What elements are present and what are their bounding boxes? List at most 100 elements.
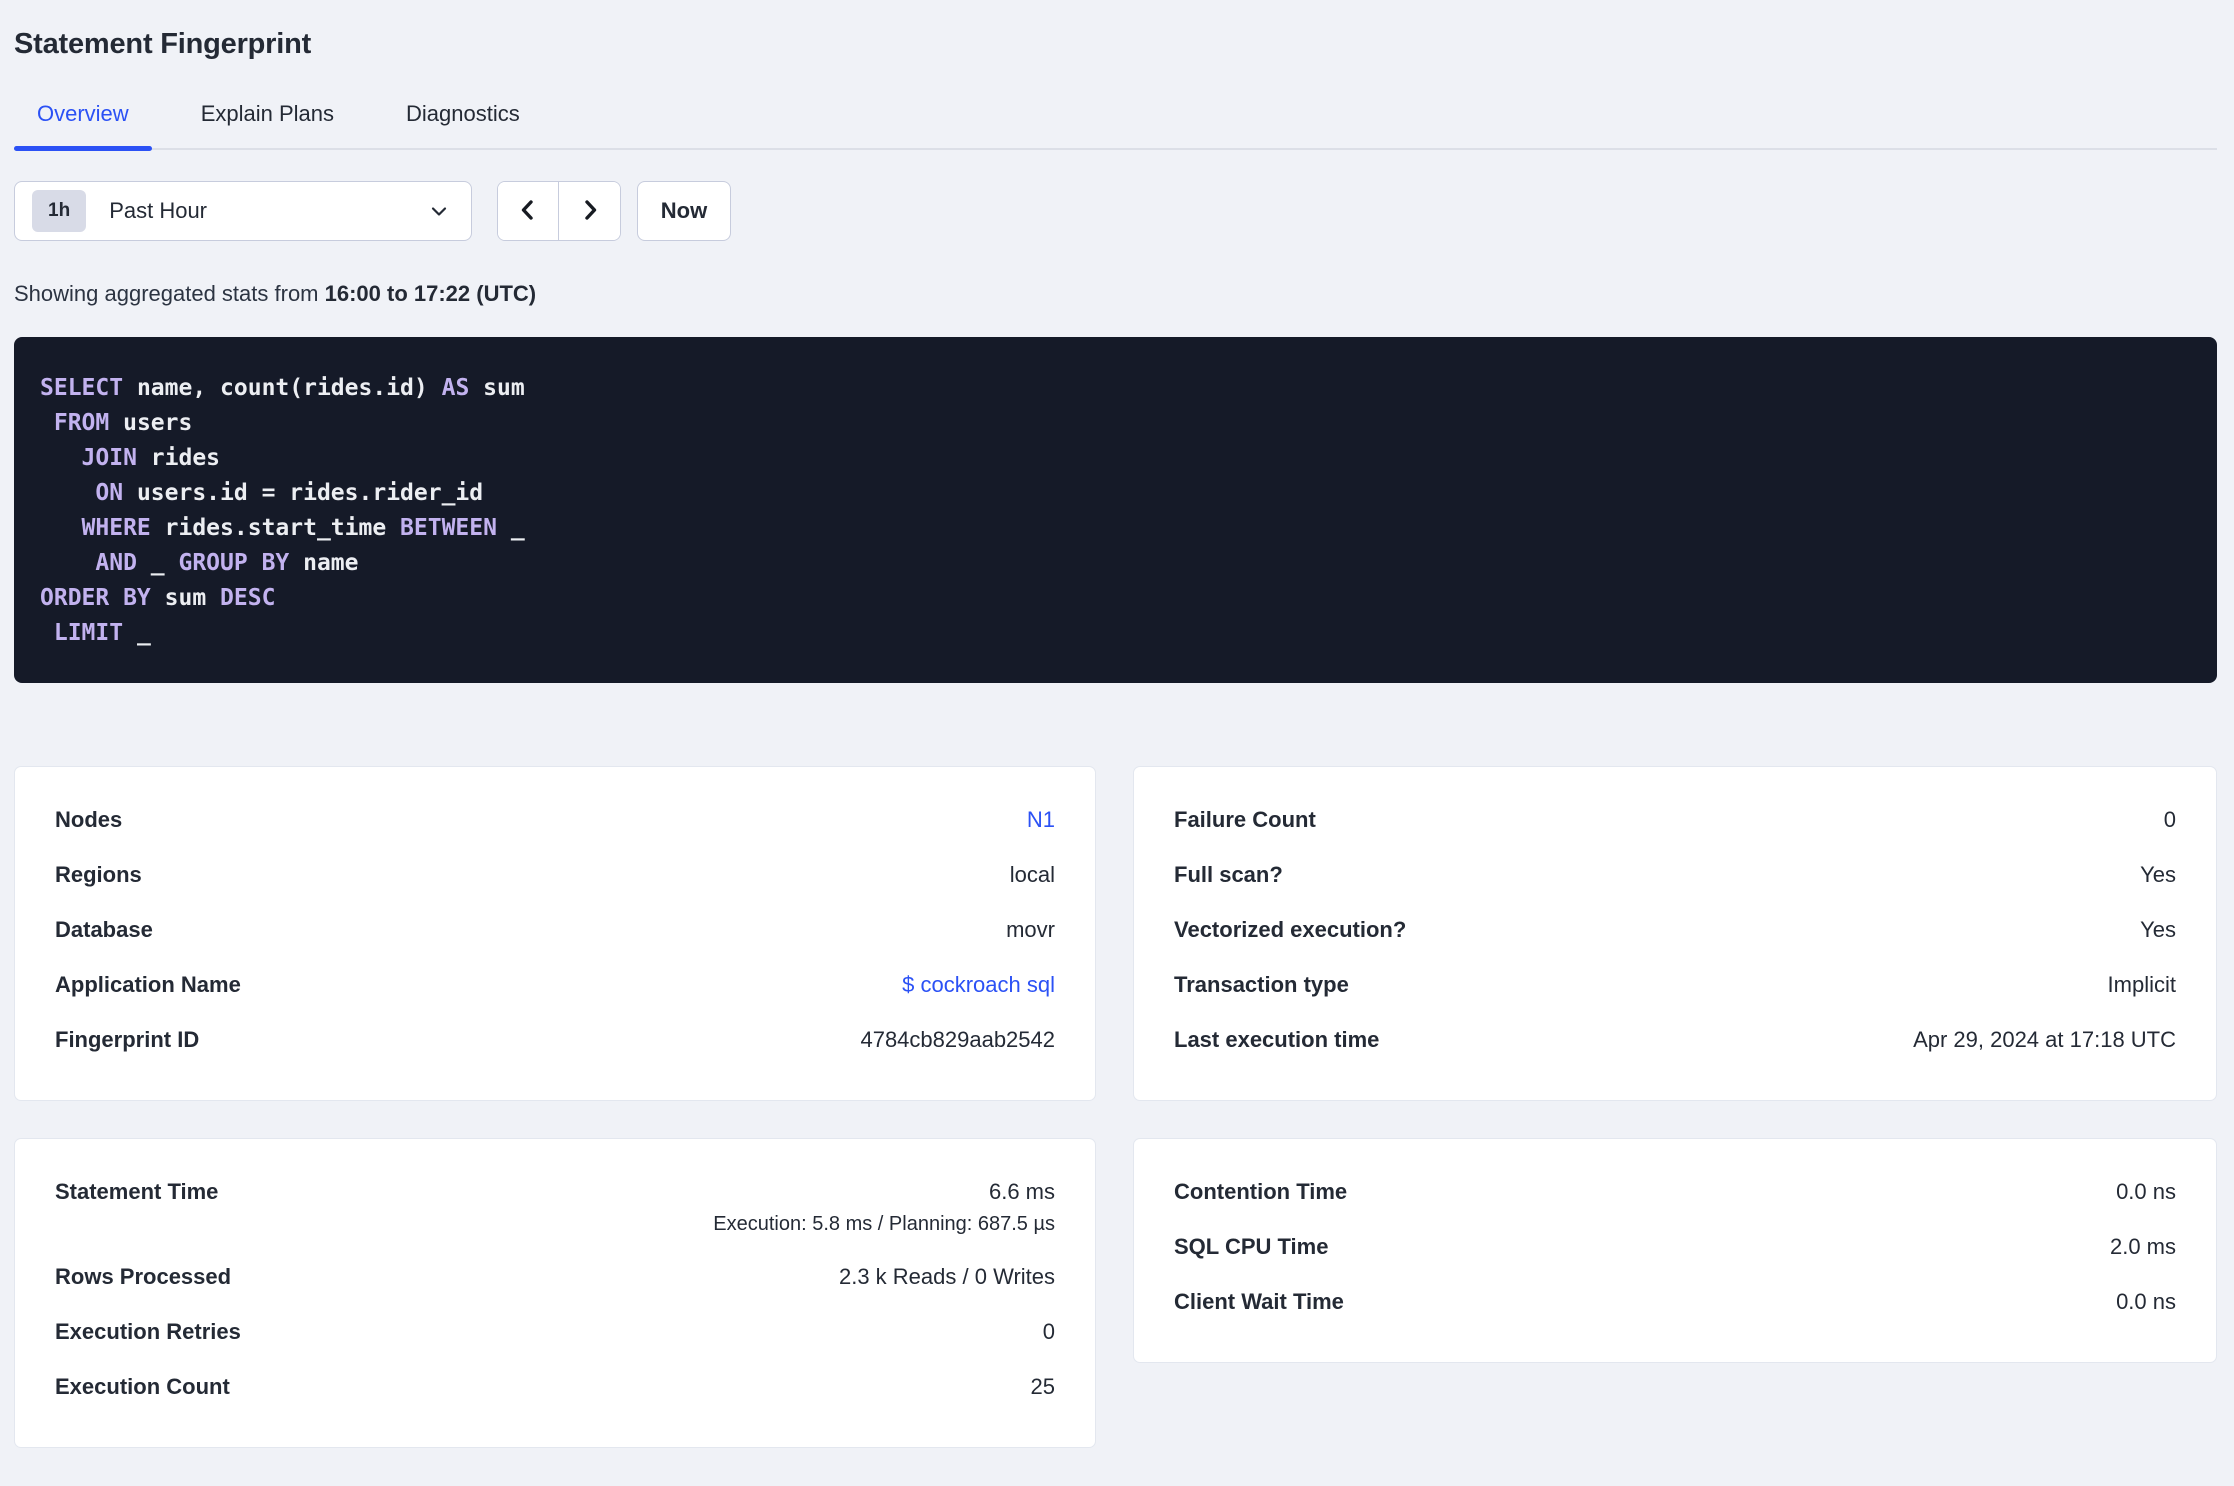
sql-keyword: SELECT: [40, 375, 124, 401]
row-label: Client Wait Time: [1174, 1289, 1344, 1314]
row-label: Database: [55, 917, 153, 942]
row-value: local: [1009, 862, 1055, 887]
row-value-group: 4784cb829aab2542: [860, 1024, 1055, 1056]
row-value-group: 0: [1043, 1316, 1055, 1348]
sql-keyword: DESC: [220, 585, 276, 611]
summary-row-rows-processed: Rows Processed 2.3 k Reads / 0 Writes: [55, 1250, 1055, 1305]
summary-row-full-scan: Full scan? Yes: [1174, 848, 2176, 903]
row-value: 0.0 ns: [2116, 1179, 2176, 1204]
row-label: Vectorized execution?: [1174, 917, 1407, 942]
summary-row-nodes: Nodes N1: [55, 793, 1055, 848]
sql-text: users: [109, 410, 193, 436]
tab-explain-plans[interactable]: Explain Plans: [178, 101, 357, 148]
summary-row-contention-time: Contention Time 0.0 ns: [1174, 1165, 2176, 1220]
row-value: Yes: [2140, 917, 2176, 942]
row-label: Statement Time: [55, 1179, 219, 1204]
row-value-group: local: [1010, 859, 1055, 891]
row-value: Apr 29, 2024 at 17:18 UTC: [1913, 1027, 2176, 1052]
time-picker-toolbar: 1h Past Hour Now: [14, 181, 2217, 241]
summary-row-client-wait-time: Client Wait Time 0.0 ns: [1174, 1275, 2176, 1330]
row-value: 2.3 k Reads / 0 Writes: [838, 1264, 1055, 1289]
row-value: 0: [2163, 807, 2176, 832]
row-value-group: $ cockroach sql: [902, 969, 1055, 1001]
row-label: Regions: [55, 862, 142, 887]
sql-statement: SELECT name, count(rides.id) AS sum FROM…: [14, 337, 2217, 683]
sql-line: ORDER BY sum DESC: [40, 581, 2187, 616]
time-range-badge: 1h: [32, 190, 87, 232]
sql-keyword: ON: [95, 480, 124, 506]
card-execution-info: Failure Count 0 Full scan? Yes Vectorized ex…: [1133, 766, 2217, 1101]
row-label: Application Name: [55, 972, 241, 997]
sql-line: WHERE rides.start_time BETWEEN _: [40, 511, 2187, 546]
row-value: 4784cb829aab2542: [860, 1027, 1055, 1052]
time-range-dropdown[interactable]: 1h Past Hour: [14, 181, 472, 241]
row-value-group: 2.0 ms: [2110, 1231, 2176, 1263]
summary-row-application-name: Application Name $ cockroach sql: [55, 958, 1055, 1013]
stats-prefix: Showing aggregated stats from: [14, 281, 325, 306]
chevron-down-icon: [427, 199, 451, 223]
aggregated-stats-line: Showing aggregated stats from 16:00 to 1…: [14, 281, 2217, 307]
prev-time-button[interactable]: [498, 182, 559, 240]
row-value-group: Yes: [2140, 914, 2176, 946]
row-value-group: Apr 29, 2024 at 17:18 UTC: [1913, 1024, 2176, 1056]
row-value-group: 6.6 ms Execution: 5.8 ms / Planning: 687.…: [713, 1176, 1055, 1250]
now-button[interactable]: Now: [637, 181, 731, 241]
summary-row-failure-count: Failure Count 0: [1174, 793, 2176, 848]
row-value: 2.0 ms: [2109, 1234, 2176, 1259]
row-value-link[interactable]: $ cockroach sql: [902, 972, 1055, 997]
next-time-button[interactable]: [559, 182, 620, 240]
tab-overview[interactable]: Overview: [14, 101, 152, 151]
summary-row-fingerprint-id: Fingerprint ID 4784cb829aab2542: [55, 1013, 1055, 1068]
row-label: Last execution time: [1174, 1027, 1380, 1052]
row-value-group: 0.0 ns: [2116, 1176, 2176, 1208]
sql-text: name, count(rides.id): [123, 375, 442, 401]
row-value-group: 25: [1031, 1371, 1055, 1403]
row-value-group: 0.0 ns: [2116, 1286, 2176, 1318]
row-label: Rows Processed: [55, 1264, 232, 1289]
row-value: 0: [1042, 1319, 1055, 1344]
sql-line: JOIN rides: [40, 441, 2187, 476]
sql-text: _: [136, 550, 179, 576]
sql-text: name: [289, 550, 359, 576]
page-title: Statement Fingerprint: [14, 28, 312, 60]
row-label: Execution Retries: [55, 1319, 241, 1344]
time-range-label: Past Hour: [109, 198, 208, 223]
tab-diagnostics[interactable]: Diagnostics: [383, 101, 543, 148]
row-label: Fingerprint ID: [55, 1027, 200, 1052]
sql-line: FROM users: [40, 406, 2187, 441]
row-value: 0.0 ns: [2116, 1289, 2176, 1314]
summary-row-regions: Regions local: [55, 848, 1055, 903]
row-label: Execution Count: [55, 1374, 230, 1399]
sql-line: AND _ GROUP BY name: [40, 546, 2187, 581]
tab-bar: Overview Explain Plans Diagnostics: [14, 101, 2217, 151]
summary-cards: Nodes N1 Regions local Database movr Applicati…: [14, 766, 2217, 1448]
row-value-group: N1: [1027, 804, 1055, 836]
row-value-group: 0: [2164, 804, 2176, 836]
summary-row-vectorized-execution: Vectorized execution? Yes: [1174, 903, 2176, 958]
sql-keyword: FROM: [53, 410, 110, 436]
sql-text: _: [123, 620, 151, 646]
row-label: SQL CPU Time: [1174, 1234, 1329, 1259]
sql-keyword: AND: [95, 550, 137, 576]
row-value-group: movr: [1006, 914, 1055, 946]
summary-row-transaction-type: Transaction type Implicit: [1174, 958, 2176, 1013]
row-label: Full scan?: [1174, 862, 1283, 887]
sql-keyword: ORDER BY: [40, 585, 151, 611]
summary-row-last-execution-time: Last execution time Apr 29, 2024 at 17:18…: [1174, 1013, 2176, 1068]
chevron-right-icon: [578, 197, 602, 226]
row-value-link[interactable]: N1: [1027, 807, 1055, 832]
time-nav-group: [497, 181, 621, 241]
sql-text: rides.start_time: [150, 515, 401, 541]
row-value-group: Implicit: [2108, 969, 2176, 1001]
sql-line: ON users.id = rides.rider_id: [40, 476, 2187, 511]
sql-keyword: LIMIT: [53, 620, 124, 646]
sql-line: LIMIT _: [40, 616, 2187, 651]
page: Statement Fingerprint Overview Explain Pl…: [0, 28, 2234, 1448]
row-value: Implicit: [2107, 972, 2176, 997]
row-value: 25: [1030, 1374, 1055, 1399]
